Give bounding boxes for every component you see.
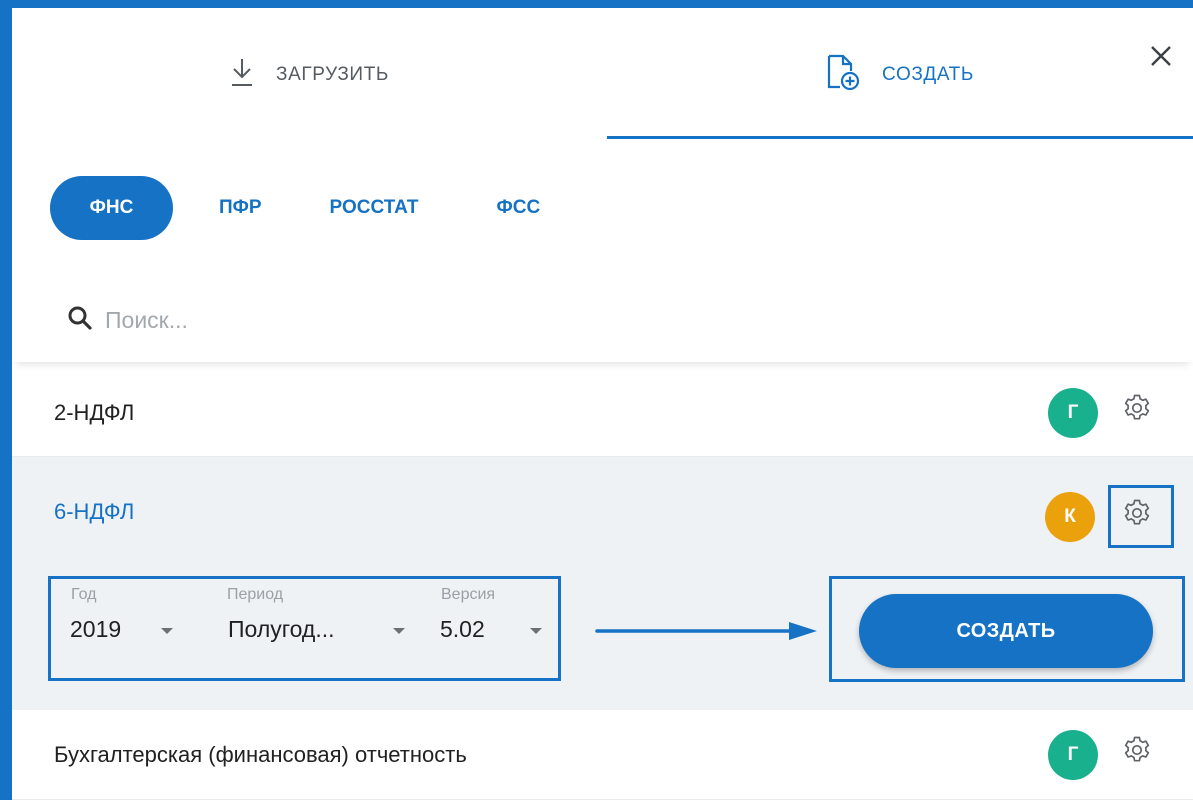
settings-highlight-frame xyxy=(1108,485,1174,548)
search-input[interactable] xyxy=(105,306,605,334)
create-report-dialog: ЗАГРУЗИТЬ СОЗДАТЬ ФНС ПФР РОССТАТ ФСС По… xyxy=(12,8,1193,800)
authority-filter-chips: ФНС ПФР РОССТАТ ФСС xyxy=(50,176,581,240)
filter-chip-fss[interactable]: ФСС xyxy=(470,176,568,240)
version-label: Версия xyxy=(441,586,496,603)
period-label: Период xyxy=(227,586,284,603)
gear-icon xyxy=(1124,394,1150,420)
report-row[interactable]: Бухгалтерская (финансовая) отчетность Г xyxy=(12,710,1193,800)
report-title[interactable]: 6-НДФЛ xyxy=(54,499,134,525)
arrow-right-annotation xyxy=(595,622,817,640)
period-value[interactable]: Полугод... xyxy=(228,616,335,643)
chevron-down-icon[interactable] xyxy=(161,628,173,634)
create-report-button[interactable]: СОЗДАТЬ xyxy=(859,594,1153,668)
report-row-expanded: 6-НДФЛ К Год 2019 Период Полугод... Верс… xyxy=(12,457,1193,710)
year-label: Год xyxy=(71,586,97,603)
report-badge: К xyxy=(1045,492,1095,542)
chevron-down-icon[interactable] xyxy=(393,628,405,634)
close-icon xyxy=(1149,44,1173,73)
filter-chip-fns[interactable]: ФНС xyxy=(50,176,173,240)
close-button[interactable] xyxy=(1145,42,1177,74)
report-badge: Г xyxy=(1048,730,1098,780)
report-settings-button[interactable] xyxy=(1121,392,1153,424)
report-settings-button[interactable] xyxy=(1121,734,1153,766)
screenshot-border-left xyxy=(0,0,12,800)
tab-create[interactable]: СОЗДАТЬ xyxy=(607,8,1193,141)
chevron-down-icon[interactable] xyxy=(530,628,542,634)
report-title: 2-НДФЛ xyxy=(54,400,135,425)
gear-icon xyxy=(1124,736,1150,762)
file-add-icon xyxy=(826,53,860,96)
filter-chip-pfr[interactable]: ПФР xyxy=(192,176,289,240)
report-params-highlight-frame: Год 2019 Период Полугод... Версия 5.02 xyxy=(48,576,561,681)
download-icon xyxy=(230,57,254,92)
tab-upload-label: ЗАГРУЗИТЬ xyxy=(276,63,389,85)
version-value[interactable]: 5.02 xyxy=(440,616,485,643)
active-tab-indicator xyxy=(607,136,1193,139)
year-value[interactable]: 2019 xyxy=(70,616,121,643)
search-bar xyxy=(12,278,1193,362)
search-icon xyxy=(67,305,93,336)
report-row[interactable]: 2-НДФЛ Г xyxy=(12,362,1193,457)
tab-bar: ЗАГРУЗИТЬ СОЗДАТЬ xyxy=(12,8,1193,141)
report-title: Бухгалтерская (финансовая) отчетность xyxy=(54,742,467,767)
report-badge: Г xyxy=(1048,388,1098,438)
tab-upload[interactable]: ЗАГРУЗИТЬ xyxy=(12,8,607,141)
tab-create-label: СОЗДАТЬ xyxy=(882,63,974,85)
filter-chip-rosstat[interactable]: РОССТАТ xyxy=(303,176,446,240)
screenshot-border-top xyxy=(0,0,1193,8)
